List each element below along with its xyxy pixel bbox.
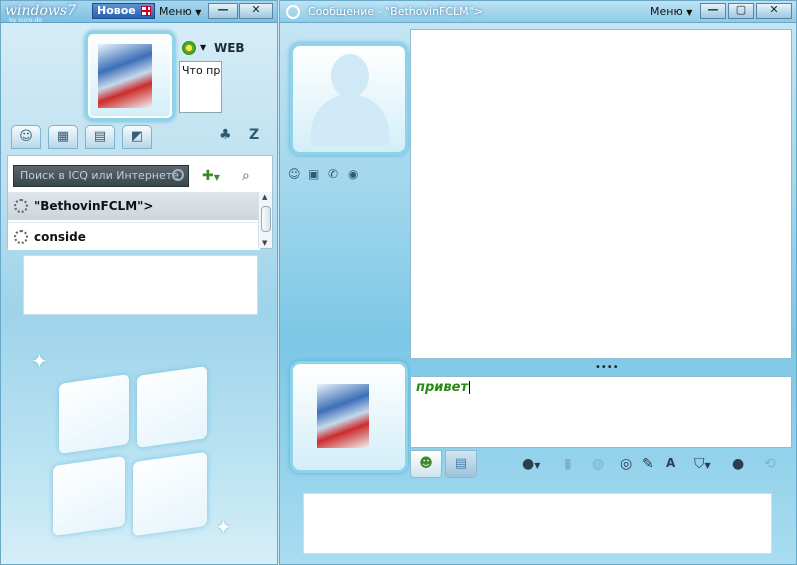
avatar-image xyxy=(317,384,369,448)
message-titlebar[interactable]: Сообщение - "BethovinFCLM"> Меню ▼ — ▢ ✕ xyxy=(280,1,796,23)
call-icon[interactable]: ✆ xyxy=(328,167,338,181)
message-input[interactable]: привет xyxy=(410,376,792,448)
bottom-banner-area xyxy=(303,493,772,554)
flag-pane xyxy=(133,451,207,537)
menu-label: Меню xyxy=(159,5,192,18)
bird-icon: ✦ xyxy=(215,515,232,539)
sms-mode-tab[interactable]: ▤ xyxy=(445,450,477,478)
status-flower-icon[interactable] xyxy=(182,41,196,55)
search-input[interactable]: Поиск в ICQ или Интернете xyxy=(13,165,189,187)
notes-icon[interactable]: ▣ xyxy=(308,167,319,181)
contact-list-scrollbar[interactable]: ▲ ▼ xyxy=(258,192,272,248)
bird-icon: ✦ xyxy=(31,349,48,373)
chat-mode-tab[interactable]: ☻ xyxy=(410,450,442,478)
message-history[interactable] xyxy=(410,29,792,359)
windows-logo-decoration xyxy=(41,366,221,549)
text-caret xyxy=(468,381,470,394)
chevron-down-icon: ▼ xyxy=(686,8,693,17)
webcam-icon[interactable]: ◉ xyxy=(348,167,358,181)
close-button[interactable]: ✕ xyxy=(239,3,273,19)
flag-pane xyxy=(137,366,207,448)
chevron-down-icon: ▼ xyxy=(195,8,202,17)
contact-avatar[interactable] xyxy=(290,43,408,155)
network-label: WEB xyxy=(214,41,245,55)
typed-text: привет xyxy=(416,380,468,395)
more-icon[interactable]: ⟲ xyxy=(764,456,776,472)
add-contact-icon[interactable]: ✚▼ xyxy=(202,168,220,184)
webcam-icon[interactable]: ◎ xyxy=(620,456,632,472)
send-file-icon[interactable]: ▮ xyxy=(564,456,572,472)
ad-banner-area xyxy=(23,255,258,315)
new-flag-icon xyxy=(141,6,151,16)
sleep-mode-icon[interactable]: Z xyxy=(249,127,259,143)
new-button-label: Новое xyxy=(97,4,136,17)
search-icon[interactable] xyxy=(172,169,184,181)
flag-pane xyxy=(53,455,125,537)
maximize-button[interactable]: ▢ xyxy=(728,3,754,19)
my-avatar-chat[interactable] xyxy=(290,361,408,473)
status-chevron-icon[interactable]: ▼ xyxy=(200,43,206,52)
contact-list-panel: Поиск в ICQ или Интернете ✚▼ ⌕ "Bethovin… xyxy=(7,155,273,250)
minimize-button[interactable]: — xyxy=(208,3,238,19)
sound-icon[interactable]: ● xyxy=(732,456,744,472)
menu-label: Меню xyxy=(650,5,683,18)
scroll-thumb[interactable] xyxy=(261,206,271,232)
scroll-down-icon[interactable]: ▼ xyxy=(262,239,267,247)
close-button[interactable]: ✕ xyxy=(756,3,792,19)
avatar-placeholder-body xyxy=(311,94,389,146)
contact-row[interactable]: conside xyxy=(8,222,260,250)
web-icon[interactable]: ◍ xyxy=(592,456,604,472)
contact-list-window: windows7 by xuce.de Новое Меню ▼ — ✕ ▼ W… xyxy=(0,0,278,565)
history-tab-icon[interactable]: ▤ xyxy=(85,125,115,149)
contact-list-titlebar[interactable]: windows7 by xuce.de Новое Меню ▼ — ✕ xyxy=(1,1,277,24)
contact-name: conside xyxy=(34,230,86,244)
message-input-text: привет xyxy=(416,380,470,395)
my-avatar[interactable] xyxy=(85,31,175,121)
scroll-up-icon[interactable]: ▲ xyxy=(262,193,267,201)
smileys-icon[interactable]: ●▼ xyxy=(522,456,540,472)
find-contact-icon[interactable]: ⌕ xyxy=(242,168,250,184)
contacts-tab-icon[interactable]: ☺ xyxy=(11,125,41,149)
groups-tab-icon[interactable]: ▦ xyxy=(48,125,78,149)
splitter-handle[interactable]: •••• xyxy=(595,362,619,373)
message-window: Сообщение - "BethovinFCLM"> Меню ▼ — ▢ ✕… xyxy=(279,0,797,565)
chats-tab-icon[interactable]: ◩ xyxy=(122,125,152,149)
minimize-button[interactable]: — xyxy=(700,3,726,19)
menu-button[interactable]: Меню ▼ xyxy=(159,5,201,18)
contact-row[interactable]: "BethovinFCLM"> xyxy=(8,192,260,220)
avatar-image xyxy=(98,44,152,108)
avatar-placeholder-head xyxy=(331,54,369,98)
contact-name: "BethovinFCLM"> xyxy=(34,199,154,213)
status-message-field[interactable]: Что происходит се xyxy=(179,61,222,113)
new-button[interactable]: Новое xyxy=(92,3,155,19)
pen-icon[interactable]: ✎ xyxy=(642,456,654,472)
font-icon[interactable]: A xyxy=(666,456,675,470)
contact-info-icon[interactable]: ☺ xyxy=(288,167,301,181)
search-placeholder: Поиск в ICQ или Интернете xyxy=(20,169,179,182)
app-logo-subtitle: by xuce.de xyxy=(9,17,43,24)
message-window-title: Сообщение - "BethovinFCLM"> xyxy=(308,5,483,18)
flag-pane xyxy=(59,374,129,454)
offline-status-icon xyxy=(14,199,28,213)
icq-flower-icon xyxy=(286,5,300,19)
security-icon[interactable]: ⛉▼ xyxy=(694,456,711,472)
menu-button[interactable]: Меню ▼ xyxy=(650,5,692,18)
games-icon[interactable]: ♣ xyxy=(219,127,232,143)
offline-status-icon xyxy=(14,230,28,244)
